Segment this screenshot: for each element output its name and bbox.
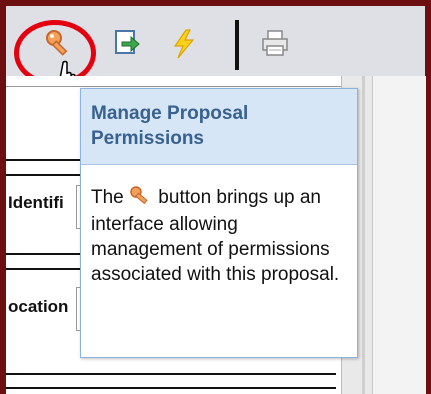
key-icon	[129, 185, 153, 212]
divider-5	[6, 373, 336, 375]
location-label: ocation	[8, 297, 69, 316]
tooltip-text-before: The	[91, 187, 130, 208]
scroll-track-line	[362, 76, 365, 394]
tooltip-header: Manage Proposal Permissions	[81, 89, 357, 165]
tooltip-body: The button brings up an interface allowi…	[81, 165, 357, 287]
lightning-icon[interactable]	[169, 28, 199, 65]
export-arrow-icon[interactable]	[112, 28, 142, 63]
toolbar	[6, 6, 425, 96]
printer-icon[interactable]	[260, 28, 290, 63]
toolbar-separator	[235, 20, 239, 70]
screenshot-frame: Identifi ocation Manage Proposal Permiss…	[0, 0, 431, 394]
tooltip-title: Manage Proposal Permissions	[91, 103, 249, 149]
identifier-label: Identifi	[8, 193, 64, 212]
tooltip: Manage Proposal Permissions The button b…	[80, 88, 358, 358]
divider-6	[6, 387, 336, 389]
right-panel	[372, 76, 426, 394]
